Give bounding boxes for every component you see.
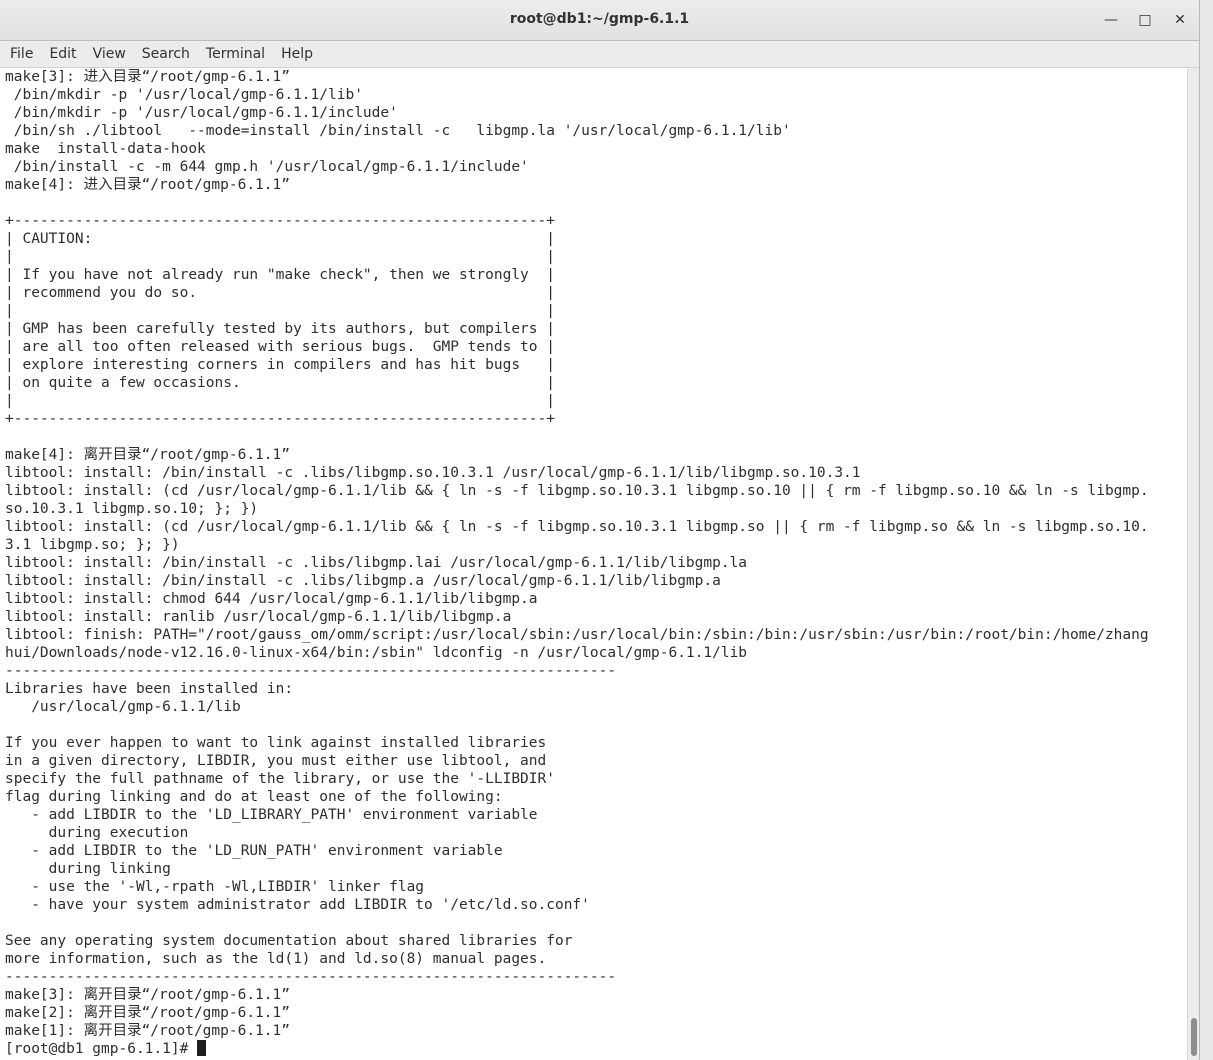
terminal-line: ----------------------------------------… [5, 663, 617, 679]
terminal-line: | are all too often released with seriou… [5, 339, 555, 355]
menu-view[interactable]: View [87, 46, 132, 62]
terminal-line: make[4]: 进入目录“/root/gmp-6.1.1” [5, 177, 290, 193]
scrollbar-thumb[interactable] [1191, 1018, 1197, 1056]
terminal-line: make[3]: 进入目录“/root/gmp-6.1.1” [5, 69, 290, 85]
terminal-line: | | [5, 303, 555, 319]
terminal-line: during execution [5, 825, 189, 841]
menu-search[interactable]: Search [136, 46, 196, 62]
terminal-line: /bin/sh ./libtool --mode=install /bin/in… [5, 123, 791, 139]
terminal-window: root@db1:~/gmp-6.1.1 — □ ✕ File Edit Vie… [0, 0, 1200, 1060]
terminal-line: so.10.3.1 libgmp.so.10; }; }) [5, 501, 259, 517]
minimize-button[interactable]: — [1101, 10, 1121, 30]
terminal-line: in a given directory, LIBDIR, you must e… [5, 753, 547, 769]
menu-terminal[interactable]: Terminal [200, 46, 271, 62]
close-button[interactable]: ✕ [1170, 10, 1190, 30]
terminal-line: libtool: install: ranlib /usr/local/gmp-… [5, 609, 512, 625]
terminal-line: | recommend you do so. | [5, 285, 555, 301]
terminal-line: hui/Downloads/node-v12.16.0-linux-x64/bi… [5, 645, 748, 661]
terminal-line: /bin/mkdir -p '/usr/local/gmp-6.1.1/lib' [5, 87, 363, 103]
terminal-line: libtool: finish: PATH="/root/gauss_om/om… [5, 627, 1149, 643]
terminal-line: make[4]: 离开目录“/root/gmp-6.1.1” [5, 447, 290, 463]
menu-help[interactable]: Help [275, 46, 319, 62]
terminal-line: | | [5, 393, 555, 409]
terminal-line: Libraries have been installed in: [5, 681, 294, 697]
title-bar[interactable]: root@db1:~/gmp-6.1.1 — □ ✕ [0, 0, 1199, 41]
terminal-line: +---------------------------------------… [5, 213, 555, 229]
terminal-line: /bin/install -c -m 644 gmp.h '/usr/local… [5, 159, 529, 175]
terminal-line: more information, such as the ld(1) and … [5, 951, 547, 967]
terminal-line: make[2]: 离开目录“/root/gmp-6.1.1” [5, 1005, 290, 1021]
terminal-line: make[3]: 离开目录“/root/gmp-6.1.1” [5, 987, 290, 1003]
terminal-line: /usr/local/gmp-6.1.1/lib [5, 699, 241, 715]
terminal-line: libtool: install: (cd /usr/local/gmp-6.1… [5, 519, 1149, 535]
text-cursor [197, 1040, 207, 1056]
menu-file[interactable]: File [4, 46, 39, 62]
terminal-line: ----------------------------------------… [5, 969, 617, 985]
terminal-line: | If you have not already run "make chec… [5, 267, 555, 283]
terminal-line: | GMP has been carefully tested by its a… [5, 321, 555, 337]
terminal-line: If you ever happen to want to link again… [5, 735, 547, 751]
terminal-line: - have your system administrator add LIB… [5, 897, 590, 913]
terminal-line: libtool: install: chmod 644 /usr/local/g… [5, 591, 538, 607]
terminal-line: | CAUTION: | [5, 231, 555, 247]
terminal-line: | on quite a few occasions. | [5, 375, 555, 391]
terminal-line: - use the '-Wl,-rpath -Wl,LIBDIR' linker… [5, 879, 425, 895]
menu-edit[interactable]: Edit [43, 46, 82, 62]
terminal-line: make[1]: 离开目录“/root/gmp-6.1.1” [5, 1023, 290, 1039]
terminal-line: libtool: install: /bin/install -c .libs/… [5, 555, 748, 571]
terminal-line: 3.1 libgmp.so; }; }) [5, 537, 180, 553]
terminal-line: See any operating system documentation a… [5, 933, 573, 949]
maximize-button[interactable]: □ [1135, 10, 1155, 30]
terminal-line: libtool: install: /bin/install -c .libs/… [5, 465, 861, 481]
shell-prompt: [root@db1 gmp-6.1.1]# [5, 1041, 198, 1057]
terminal-line: - add LIBDIR to the 'LD_LIBRARY_PATH' en… [5, 807, 538, 823]
prompt-line[interactable]: [root@db1 gmp-6.1.1]# [5, 1040, 1186, 1058]
window-title: root@db1:~/gmp-6.1.1 [509, 11, 690, 27]
terminal-line: during linking [5, 861, 171, 877]
terminal-line: make install-data-hook [5, 141, 206, 157]
terminal-line: libtool: install: (cd /usr/local/gmp-6.1… [5, 483, 1149, 499]
terminal-line: /bin/mkdir -p '/usr/local/gmp-6.1.1/incl… [5, 105, 398, 121]
terminal-line: | explore interesting corners in compile… [5, 357, 555, 373]
terminal-line: +---------------------------------------… [5, 411, 555, 427]
desktop-background [1200, 0, 1213, 1060]
terminal-line: - add LIBDIR to the 'LD_RUN_PATH' enviro… [5, 843, 503, 859]
terminal-output[interactable]: make[3]: 进入目录“/root/gmp-6.1.1” /bin/mkdi… [5, 68, 1186, 1060]
menu-bar: File Edit View Search Terminal Help [0, 41, 1199, 68]
terminal-line: flag during linking and do at least one … [5, 789, 503, 805]
vertical-scrollbar[interactable] [1187, 68, 1199, 1060]
terminal-line: libtool: install: /bin/install -c .libs/… [5, 573, 721, 589]
terminal-line: | | [5, 249, 555, 265]
terminal-line: specify the full pathname of the library… [5, 771, 555, 787]
